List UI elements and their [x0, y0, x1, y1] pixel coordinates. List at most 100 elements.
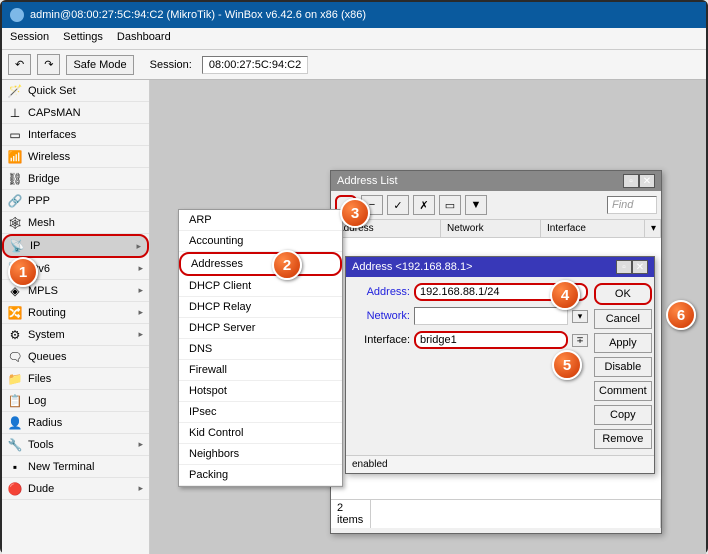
comment-button[interactable]: Comment — [594, 381, 652, 401]
status-bar: 2 items — [331, 499, 661, 528]
sidebar-label: Mesh — [28, 217, 55, 229]
interface-input[interactable] — [414, 331, 568, 349]
submenu-item-dhcp-relay[interactable]: DHCP Relay — [179, 297, 342, 318]
ok-button[interactable]: OK — [594, 283, 652, 305]
callout-1: 1 — [8, 257, 38, 287]
submenu-item-kid-control[interactable]: Kid Control — [179, 423, 342, 444]
sidebar-label: Quick Set — [28, 85, 76, 97]
submenu-item-firewall[interactable]: Firewall — [179, 360, 342, 381]
interface-label: Interface: — [352, 334, 410, 346]
sidebar-item-system[interactable]: ⚙System▸ — [2, 324, 149, 346]
address-edit-title: Address <192.168.88.1> — [352, 261, 472, 273]
menu-dashboard[interactable]: Dashboard — [117, 31, 171, 46]
sidebar-item-ip[interactable]: 📡IP▸ — [2, 234, 149, 258]
col-interface[interactable]: Interface — [541, 220, 645, 237]
menu-settings[interactable]: Settings — [63, 31, 103, 46]
titlebar: admin@08:00:27:5C:94:C2 (MikroTik) - Win… — [2, 2, 706, 28]
sidebar-label: New Terminal — [28, 461, 94, 473]
sidebar-icon: ⛓ — [8, 172, 22, 186]
interface-dropdown-icon[interactable]: ∓ — [572, 334, 588, 347]
copy-button[interactable]: Copy — [594, 405, 652, 425]
minimize-icon[interactable]: ▫ — [623, 174, 639, 188]
sidebar-item-mesh[interactable]: 🕸Mesh — [2, 212, 149, 234]
chevron-right-icon: ▸ — [138, 439, 143, 450]
sidebar-item-interfaces[interactable]: ▭Interfaces — [2, 124, 149, 146]
sidebar-item-quick-set[interactable]: 🪄Quick Set — [2, 80, 149, 102]
callout-6: 6 — [666, 300, 696, 330]
column-headers: Address Network Interface ▾ — [331, 220, 661, 238]
sidebar-label: Dude — [28, 483, 54, 495]
sidebar-item-routing[interactable]: 🔀Routing▸ — [2, 302, 149, 324]
close-icon[interactable]: ✕ — [632, 260, 648, 274]
remove-button[interactable]: Remove — [594, 429, 652, 449]
submenu-item-dns[interactable]: DNS — [179, 339, 342, 360]
sidebar-item-bridge[interactable]: ⛓Bridge — [2, 168, 149, 190]
sidebar-icon: 📁 — [8, 372, 22, 386]
sidebar-item-files[interactable]: 📁 Files — [2, 368, 149, 390]
minimize-icon[interactable]: ▫ — [616, 260, 632, 274]
disable-button[interactable]: Disable — [594, 357, 652, 377]
menu-session[interactable]: Session — [10, 31, 49, 46]
address-edit-titlebar[interactable]: Address <192.168.88.1> ▫ ✕ — [346, 257, 654, 277]
redo-button[interactable]: ↷ — [37, 54, 60, 75]
chevron-right-icon: ▸ — [136, 241, 141, 252]
items-count: 2 items — [331, 500, 371, 528]
network-input[interactable] — [414, 307, 568, 325]
submenu-item-arp[interactable]: ARP — [179, 210, 342, 231]
sidebar-item-log[interactable]: 📋Log — [2, 390, 149, 412]
chevron-right-icon: ▸ — [138, 329, 143, 340]
close-icon[interactable]: ✕ — [639, 174, 655, 188]
submenu-item-dhcp-client[interactable]: DHCP Client — [179, 276, 342, 297]
submenu-item-dhcp-server[interactable]: DHCP Server — [179, 318, 342, 339]
sidebar-icon: ⊥ — [8, 106, 22, 120]
session-value: 08:00:27:5C:94:C2 — [202, 56, 308, 74]
sidebar: 🪄Quick Set⊥CAPsMAN▭Interfaces📶Wireless⛓B… — [2, 80, 150, 554]
network-label: Network: — [352, 310, 410, 322]
app-icon — [10, 8, 24, 22]
submenu-item-addresses[interactable]: Addresses — [179, 252, 342, 276]
sidebar-icon: 📋 — [8, 394, 22, 408]
filter-button[interactable]: ▼ — [465, 195, 487, 215]
undo-button[interactable]: ↶ — [8, 54, 31, 75]
sidebar-item-tools[interactable]: 🔧Tools▸ — [2, 434, 149, 456]
address-edit-footer: enabled — [346, 455, 654, 473]
safemode-button[interactable]: Safe Mode — [66, 55, 133, 75]
session-label: Session: — [150, 59, 192, 71]
submenu-item-neighbors[interactable]: Neighbors — [179, 444, 342, 465]
comment-button[interactable]: ▭ — [439, 195, 461, 215]
submenu-item-accounting[interactable]: Accounting — [179, 231, 342, 252]
toolbar: ↶ ↷ Safe Mode Session: 08:00:27:5C:94:C2 — [2, 50, 706, 80]
sidebar-label: Queues — [28, 351, 67, 363]
chevron-right-icon: ▸ — [138, 483, 143, 494]
col-network[interactable]: Network — [441, 220, 541, 237]
callout-4: 4 — [550, 280, 580, 310]
chevron-right-icon: ▸ — [138, 307, 143, 318]
sidebar-item-new-terminal[interactable]: ▪New Terminal — [2, 456, 149, 478]
sidebar-label: Files — [28, 373, 51, 385]
submenu-item-packing[interactable]: Packing — [179, 465, 342, 486]
sidebar-item-dude[interactable]: 🔴Dude▸ — [2, 478, 149, 500]
sidebar-label: MPLS — [28, 285, 58, 297]
apply-button[interactable]: Apply — [594, 333, 652, 353]
network-dropdown-icon[interactable]: ▾ — [572, 310, 588, 323]
sidebar-label: Tools — [28, 439, 54, 451]
sidebar-label: Wireless — [28, 151, 70, 163]
sidebar-item-ppp[interactable]: 🔗PPP — [2, 190, 149, 212]
callout-5: 5 — [552, 350, 582, 380]
cancel-button[interactable]: Cancel — [594, 309, 652, 329]
sidebar-item-radius[interactable]: 👤Radius — [2, 412, 149, 434]
sidebar-item-wireless[interactable]: 📶Wireless — [2, 146, 149, 168]
col-menu-icon[interactable]: ▾ — [645, 220, 661, 237]
find-input[interactable]: Find — [607, 196, 657, 214]
sidebar-icon: ⚙ — [8, 328, 22, 342]
address-list-titlebar[interactable]: Address List ▫ ✕ — [331, 171, 661, 191]
sidebar-item-capsman[interactable]: ⊥CAPsMAN — [2, 102, 149, 124]
callout-3: 3 — [340, 198, 370, 228]
submenu-item-hotspot[interactable]: Hotspot — [179, 381, 342, 402]
disable-button[interactable]: ✗ — [413, 195, 435, 215]
address-label: Address: — [352, 286, 410, 298]
sidebar-item-queues[interactable]: 🗨Queues — [2, 346, 149, 368]
sidebar-icon: 🔗 — [8, 194, 22, 208]
submenu-item-ipsec[interactable]: IPsec — [179, 402, 342, 423]
enable-button[interactable]: ✓ — [387, 195, 409, 215]
